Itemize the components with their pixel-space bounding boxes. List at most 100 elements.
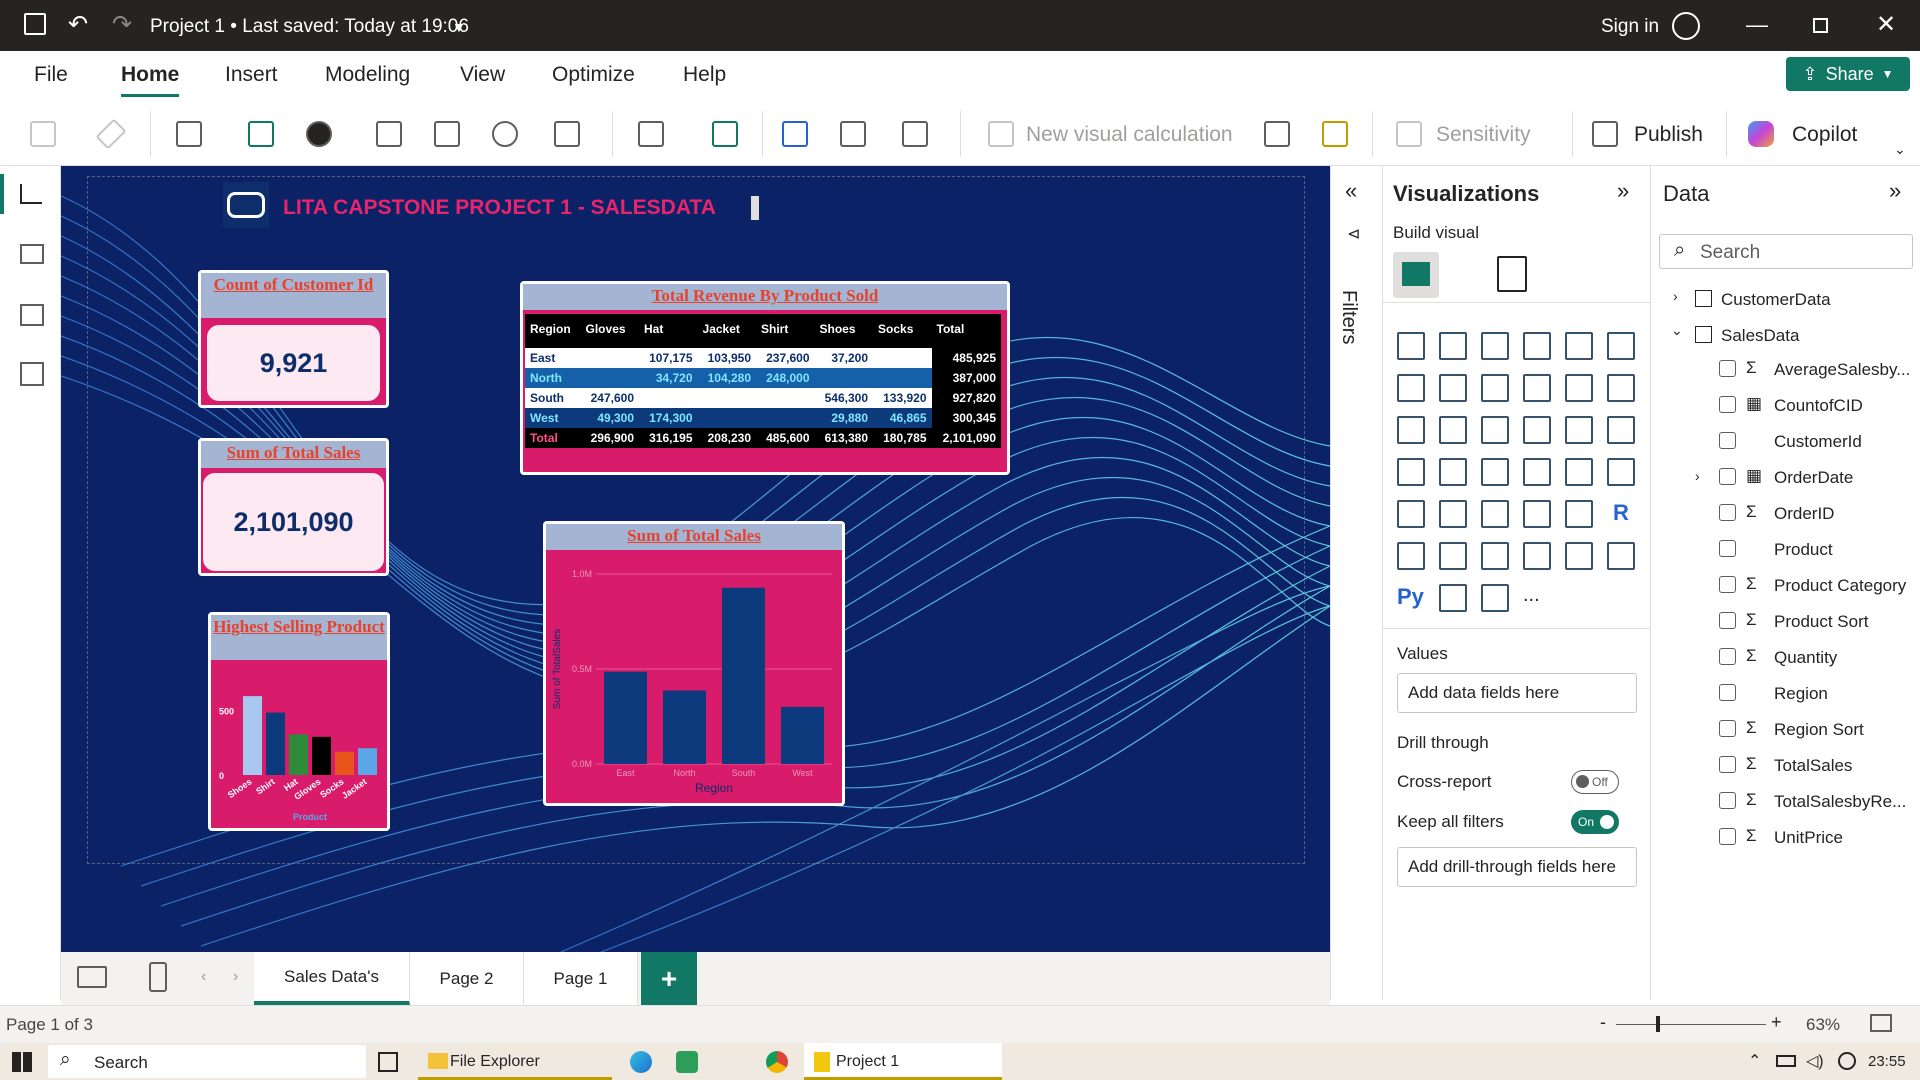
field-checkbox[interactable]: [1719, 396, 1736, 413]
visual-type-icon[interactable]: [1439, 374, 1467, 402]
chart-highest-selling-product[interactable]: Highest Selling Product 0 500 Shoes Shirt Ha…: [208, 612, 390, 831]
table-salesdata[interactable]: SalesData: [1721, 326, 1799, 346]
visual-type-icon[interactable]: R: [1607, 500, 1635, 528]
visual-type-icon[interactable]: [1481, 416, 1509, 444]
filters-label[interactable]: Filters: [1337, 290, 1360, 344]
data-field-row[interactable]: Σ OrderID: [1651, 500, 1920, 532]
data-field-row[interactable]: Σ AverageSalesby...: [1651, 356, 1920, 388]
visual-type-icon[interactable]: [1607, 416, 1635, 444]
visual-type-icon[interactable]: [1397, 542, 1425, 570]
visual-type-icon[interactable]: [1397, 458, 1425, 486]
tab-help[interactable]: Help: [683, 63, 726, 87]
ribbon-collapse-icon[interactable]: ⌄: [1894, 141, 1906, 158]
windows-start-icon[interactable]: [12, 1052, 32, 1072]
matrix-row[interactable]: North 34,720 104,280 248,000 387,000: [525, 368, 1001, 388]
matrix-total-revenue[interactable]: Total Revenue By Product Sold Region Glov…: [520, 281, 1010, 475]
more-visuals-icon[interactable]: [902, 121, 928, 147]
scroll-right-icon[interactable]: ›: [233, 968, 238, 986]
matrix-column-header[interactable]: Hat: [639, 314, 698, 344]
visual-type-icon[interactable]: [1523, 416, 1551, 444]
page-tab-page-2[interactable]: Page 2: [410, 952, 524, 1005]
zoom-out-icon[interactable]: -: [1600, 1012, 1606, 1033]
search-input[interactable]: Search: [1700, 242, 1760, 264]
sign-in-link[interactable]: Sign in: [1601, 16, 1659, 38]
visual-type-icon[interactable]: [1607, 374, 1635, 402]
report-view-icon[interactable]: [20, 184, 42, 204]
edge-icon[interactable]: [630, 1051, 652, 1073]
page-tab-sales-datas[interactable]: Sales Data's: [254, 952, 410, 1005]
enter-data-icon[interactable]: [434, 121, 460, 147]
bar[interactable]: [243, 696, 262, 775]
field-checkbox[interactable]: [1719, 648, 1736, 665]
matrix-column-header[interactable]: Socks: [873, 314, 932, 344]
data-field-row[interactable]: CustomerId: [1651, 428, 1920, 460]
visual-type-icon[interactable]: Py: [1397, 584, 1425, 612]
visual-type-icon[interactable]: [1439, 542, 1467, 570]
new-measure-icon[interactable]: [1264, 121, 1290, 147]
field-checkbox[interactable]: [1719, 504, 1736, 521]
data-field-row[interactable]: Σ TotalSales: [1651, 752, 1920, 784]
table-view-icon[interactable]: [20, 244, 44, 264]
visual-type-icon[interactable]: [1565, 332, 1593, 360]
build-visual-tab-icon[interactable]: [1393, 252, 1439, 298]
visual-type-icon[interactable]: [1481, 584, 1509, 612]
restore-icon[interactable]: [1813, 18, 1828, 33]
tab-modeling[interactable]: Modeling: [325, 63, 410, 87]
visual-type-icon[interactable]: [1481, 374, 1509, 402]
visual-type-icon[interactable]: [1607, 542, 1635, 570]
bar[interactable]: [663, 690, 706, 764]
collapse-viz-icon[interactable]: »: [1617, 178, 1629, 204]
chevron-right-icon[interactable]: ›: [1673, 288, 1678, 304]
taskbar-file-explorer[interactable]: File Explorer: [418, 1043, 612, 1080]
bar[interactable]: [289, 734, 308, 775]
field-checkbox[interactable]: [1719, 612, 1736, 629]
field-checkbox[interactable]: [1719, 576, 1736, 593]
matrix-row[interactable]: Total 296,900 316,195 208,230 485,600 613,380…: [525, 428, 1001, 448]
app-icon[interactable]: [676, 1051, 698, 1073]
matrix-row[interactable]: East 107,175 103,950 237,600 37,200 485,925: [525, 348, 1001, 368]
visual-type-icon[interactable]: [1397, 500, 1425, 528]
taskbar-project-1[interactable]: Project 1: [804, 1043, 1002, 1080]
matrix-column-header[interactable]: Shirt: [756, 314, 815, 344]
scroll-left-icon[interactable]: ‹: [201, 968, 206, 986]
tab-insert[interactable]: Insert: [225, 63, 278, 87]
refresh-icon[interactable]: [712, 121, 738, 147]
visual-type-icon[interactable]: [1439, 500, 1467, 528]
matrix-row[interactable]: South 247,600 546,300 133,920 927,820: [525, 388, 1001, 408]
field-checkbox[interactable]: [1719, 756, 1736, 773]
field-checkbox[interactable]: [1719, 720, 1736, 737]
visual-type-icon[interactable]: [1481, 542, 1509, 570]
visual-type-icon[interactable]: [1523, 500, 1551, 528]
close-icon[interactable]: ✕: [1876, 10, 1896, 39]
visual-type-icon[interactable]: [1565, 416, 1593, 444]
visual-type-icon[interactable]: [1565, 500, 1593, 528]
visual-type-icon[interactable]: [1397, 416, 1425, 444]
tab-file[interactable]: File: [34, 63, 68, 87]
tab-home[interactable]: Home: [121, 63, 179, 87]
clock[interactable]: 23:55: [1868, 1053, 1906, 1070]
zoom-slider-thumb[interactable]: [1656, 1016, 1660, 1032]
bar[interactable]: [722, 587, 765, 764]
get-data-icon[interactable]: [176, 121, 202, 147]
field-checkbox[interactable]: [1719, 360, 1736, 377]
visual-type-icon[interactable]: ...: [1523, 584, 1551, 612]
recent-sources-icon[interactable]: [554, 121, 580, 147]
visual-type-icon[interactable]: [1565, 458, 1593, 486]
tab-optimize[interactable]: Optimize: [552, 63, 635, 87]
visual-type-icon[interactable]: [1439, 332, 1467, 360]
visual-type-icon[interactable]: [1607, 458, 1635, 486]
visual-type-icon[interactable]: [1439, 458, 1467, 486]
data-field-row[interactable]: › ▦ OrderDate: [1651, 464, 1920, 496]
collapse-data-icon[interactable]: »: [1889, 178, 1901, 204]
bar[interactable]: [358, 748, 377, 775]
field-checkbox[interactable]: [1719, 432, 1736, 449]
matrix-row[interactable]: West 49,300 174,300 29,880 46,865 300,345: [525, 408, 1001, 428]
copilot-button[interactable]: Copilot: [1792, 123, 1857, 147]
title-dropdown-icon[interactable]: ▼: [452, 19, 466, 35]
excel-icon[interactable]: [248, 121, 274, 147]
card-count-customer[interactable]: Count of Customer Id 9,921: [198, 270, 389, 408]
visual-type-icon[interactable]: [1439, 416, 1467, 444]
data-field-row[interactable]: Σ Product Sort: [1651, 608, 1920, 640]
visual-type-icon[interactable]: [1523, 332, 1551, 360]
data-field-row[interactable]: Σ Region Sort: [1651, 716, 1920, 748]
